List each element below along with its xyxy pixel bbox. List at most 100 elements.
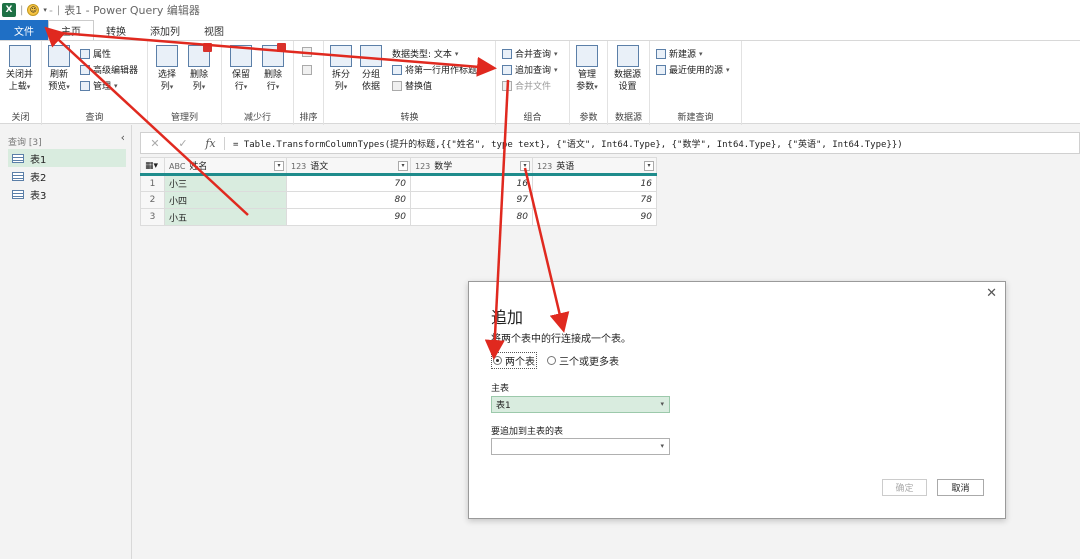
query-item-table2[interactable]: 表2: [8, 167, 126, 185]
cell-chinese[interactable]: 80: [286, 191, 411, 209]
formula-input[interactable]: = Table.TransformColumnTypes(提升的标题,{{"姓名…: [225, 137, 903, 150]
recent-sources-button[interactable]: 最近使用的源 ▾: [656, 63, 730, 76]
quick-access-dropdown-icon[interactable]: ▾ ₌: [43, 6, 52, 14]
tab-file[interactable]: 文件: [0, 20, 48, 40]
cell-english[interactable]: 90: [532, 208, 657, 226]
split-column-button[interactable]: 拆分 列▾: [330, 45, 352, 93]
radio-three-or-more-tables[interactable]: 三个或更多表: [547, 353, 619, 368]
menu-bar: 文件 主页 转换 添加列 视图: [0, 20, 1080, 40]
table-icon: [12, 171, 24, 181]
cell-name[interactable]: 小五: [164, 208, 287, 226]
data-type-dropdown[interactable]: 数据类型: 文本 ▾: [392, 47, 458, 61]
query-item-table3[interactable]: 表3: [8, 185, 126, 203]
manage-button[interactable]: 管理 ▾: [80, 79, 118, 92]
cell-name[interactable]: 小三: [164, 174, 287, 192]
query-item-table1[interactable]: 表1: [8, 149, 126, 167]
ribbon-group-new-query: 新建源 ▾ 最近使用的源 ▾ 新建查询: [650, 41, 742, 125]
group-label-reduce-rows: 减少行: [243, 113, 271, 123]
ribbon-group-combine: 合并查询 ▾ 追加查询 ▾ 合并文件 组合: [496, 41, 570, 125]
chevron-down-icon: ▾: [660, 400, 664, 408]
merge-queries-button[interactable]: 合并查询 ▾: [502, 47, 558, 60]
data-source-settings-icon: [616, 45, 639, 67]
group-by-button[interactable]: 分组 依据: [360, 45, 382, 93]
column-header-english[interactable]: 123 英语 ▾: [532, 157, 657, 176]
remove-columns-button[interactable]: 删除 列▾: [188, 43, 212, 93]
number-type-icon[interactable]: 123: [291, 162, 306, 171]
number-type-icon[interactable]: 123: [537, 162, 552, 171]
ribbon-group-transform: 拆分 列▾ 分组 依据 数据类型: 文本 ▾ 将第一行用作标题 替换值 转换: [324, 41, 496, 125]
new-source-icon: [656, 48, 666, 59]
filter-dropdown-icon[interactable]: ▾: [274, 161, 284, 171]
confirm-formula-icon[interactable]: ✓: [169, 137, 197, 150]
cell-math[interactable]: 16: [410, 174, 533, 192]
replace-values-icon: [392, 80, 402, 91]
filter-dropdown-icon[interactable]: ▾: [398, 161, 408, 171]
append-queries-icon: [502, 64, 512, 75]
cell-chinese[interactable]: 70: [286, 174, 411, 192]
ok-button[interactable]: 确定: [882, 479, 927, 496]
table-menu-button[interactable]: ▦▾: [140, 157, 165, 176]
column-header-chinese[interactable]: 123 语文 ▾: [286, 157, 411, 176]
smiley-icon[interactable]: ☺: [27, 4, 40, 16]
ribbon-group-sort: 排序: [294, 41, 324, 125]
properties-icon: [80, 48, 90, 59]
choose-columns-button[interactable]: 选择 列▾: [156, 45, 178, 93]
cell-english[interactable]: 16: [532, 174, 657, 192]
table-row: 1 小三 70 16 16: [140, 174, 657, 192]
tab-transform[interactable]: 转换: [94, 20, 138, 40]
cell-name[interactable]: 小四: [164, 191, 287, 209]
filter-dropdown-icon[interactable]: ▾: [520, 161, 530, 171]
radio-two-tables[interactable]: 两个表: [491, 352, 537, 369]
new-source-button[interactable]: 新建源 ▾: [656, 47, 703, 60]
close-load-icon: [8, 45, 31, 67]
keep-rows-button[interactable]: 保留 行▾: [230, 45, 252, 93]
append-queries-button[interactable]: 追加查询 ▾: [502, 63, 558, 76]
radio-selected-icon: [493, 356, 502, 365]
cell-math[interactable]: 80: [410, 208, 533, 226]
append-table-select[interactable]: ▾: [491, 438, 670, 455]
number-type-icon[interactable]: 123: [415, 162, 430, 171]
dialog-title: 追加: [491, 308, 524, 327]
collapse-pane-icon[interactable]: ‹: [121, 131, 125, 144]
cancel-formula-icon[interactable]: ✕: [141, 137, 169, 150]
cell-math[interactable]: 97: [410, 191, 533, 209]
cancel-button[interactable]: 取消: [937, 479, 984, 496]
text-type-icon[interactable]: ABC: [169, 162, 185, 171]
remove-rows-button[interactable]: 删除 行▾: [262, 43, 286, 93]
sort-descending-button[interactable]: [302, 65, 312, 75]
manage-parameters-button[interactable]: 管理 参数▾: [576, 45, 598, 93]
row-number[interactable]: 2: [140, 191, 165, 209]
column-header-name[interactable]: ABC 姓名 ▾: [164, 157, 287, 176]
close-and-load-button[interactable]: 关闭并 上载▾: [6, 45, 33, 93]
properties-button[interactable]: 属性: [80, 47, 111, 60]
chevron-down-icon: ▾: [660, 442, 664, 450]
tab-home[interactable]: 主页: [48, 20, 94, 40]
split-column-icon: [330, 45, 352, 67]
close-icon[interactable]: ✕: [986, 286, 997, 301]
sort-ascending-button[interactable]: [302, 47, 312, 57]
advanced-editor-icon: [80, 64, 90, 75]
cell-chinese[interactable]: 90: [286, 208, 411, 226]
group-label-close: 关闭: [11, 113, 30, 123]
tab-view[interactable]: 视图: [192, 20, 236, 40]
refresh-preview-button[interactable]: 刷新 预览▾: [48, 45, 70, 93]
cell-english[interactable]: 78: [532, 191, 657, 209]
fx-icon[interactable]: fx: [197, 136, 225, 150]
tab-add-column[interactable]: 添加列: [138, 20, 192, 40]
combine-files-button[interactable]: 合并文件: [502, 79, 551, 92]
manage-icon: [80, 80, 90, 91]
row-number[interactable]: 1: [140, 174, 165, 192]
row-number[interactable]: 3: [140, 208, 165, 226]
data-source-settings-button[interactable]: 数据源 设置: [614, 45, 641, 93]
filter-dropdown-icon[interactable]: ▾: [644, 161, 654, 171]
append-table-label: 要追加到主表的表: [491, 427, 564, 437]
advanced-editor-button[interactable]: 高级编辑器: [80, 63, 138, 76]
recent-sources-icon: [656, 64, 666, 75]
replace-values-button[interactable]: 替换值: [392, 79, 432, 92]
ribbon-group-query: 刷新 预览▾ 属性 高级编辑器 管理 ▾ 查询: [42, 41, 148, 125]
primary-table-select[interactable]: 表1 ▾: [491, 396, 670, 413]
use-first-row-as-headers-button[interactable]: 将第一行用作标题: [392, 63, 477, 76]
window-title: 表1 - Power Query 编辑器: [64, 4, 200, 17]
radio-unselected-icon: [547, 356, 556, 365]
column-header-math[interactable]: 123 数学 ▾: [410, 157, 533, 176]
